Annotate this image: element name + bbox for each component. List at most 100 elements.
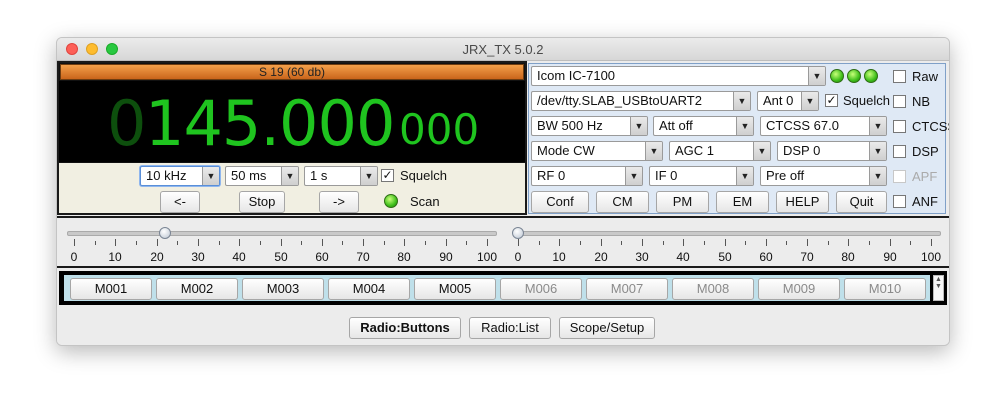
slider-tick-label: 0 [514, 250, 522, 264]
slider-tick-label: 30 [635, 250, 649, 264]
anf-label: ANF [912, 194, 938, 209]
slider-tick [807, 239, 808, 246]
delay-select[interactable]: 50 ms ▼ [225, 166, 299, 186]
antenna-select[interactable]: Ant 0 ▼ [757, 91, 819, 111]
tab-radio-list[interactable]: Radio:List [469, 317, 551, 339]
slider-tick [177, 241, 178, 245]
frequency-display[interactable]: 0 145.000 000 [59, 81, 525, 162]
memory-button[interactable]: M006 [500, 278, 582, 300]
chevron-down-icon: ▼ [645, 142, 662, 160]
slider-tick-label: 70 [356, 250, 370, 264]
em-button[interactable]: EM [716, 191, 769, 213]
attenuator-select[interactable]: Att off ▼ [653, 116, 754, 136]
help-button[interactable]: HELP [776, 191, 829, 213]
left-slider-thumb[interactable] [159, 227, 171, 239]
chevron-down-icon: ▼ [869, 142, 886, 160]
chevron-down-icon: ▼ [736, 167, 753, 185]
slider-tick-label: 20 [594, 250, 608, 264]
memory-button[interactable]: M007 [586, 278, 668, 300]
dsp-select[interactable]: DSP 0 ▼ [777, 141, 887, 161]
frequency-leading-digit[interactable]: 0 [107, 87, 146, 160]
chevron-down-icon: ▼ [736, 117, 753, 135]
slider-tick [539, 241, 540, 245]
right-slider-thumb[interactable] [512, 227, 524, 239]
conf-button[interactable]: Conf [531, 191, 589, 213]
apf-checkbox [893, 170, 906, 183]
chevron-down-icon: ▼ [360, 167, 377, 185]
ctcss-label: CTCSS [912, 119, 949, 134]
anf-checkbox[interactable] [893, 195, 906, 208]
slider-tick-label: 100 [920, 250, 942, 264]
scan-prev-button[interactable]: <- [160, 191, 200, 213]
memory-button[interactable]: M010 [844, 278, 926, 300]
bandwidth-select[interactable]: BW 500 Hz ▼ [531, 116, 648, 136]
mode-select[interactable]: Mode CW ▼ [531, 141, 663, 161]
memory-scrollbar[interactable]: ▲ ▼ [933, 275, 944, 301]
memory-button[interactable]: M004 [328, 278, 410, 300]
slider-tick [786, 241, 787, 245]
tab-radio-buttons[interactable]: Radio:Buttons [349, 317, 461, 339]
chevron-down-icon: ▼ [733, 92, 750, 110]
ctcss-tone-select[interactable]: CTCSS 67.0 ▼ [760, 116, 887, 136]
slider-tick [869, 241, 870, 245]
quit-button[interactable]: Quit [836, 191, 887, 213]
dwell-select[interactable]: 1 s ▼ [304, 166, 378, 186]
slider-tick [384, 241, 385, 245]
memory-button[interactable]: M009 [758, 278, 840, 300]
scan-label: Scan [410, 194, 440, 209]
slider-tick [601, 239, 602, 246]
scan-squelch-label: Squelch [400, 168, 447, 183]
slider-tick-label: 10 [108, 250, 122, 264]
tab-scope-setup[interactable]: Scope/Setup [559, 317, 655, 339]
scan-squelch-checkbox[interactable]: ✓ [381, 169, 394, 182]
slider-tick-label: 80 [841, 250, 855, 264]
frequency-main-digits[interactable]: 145.000 [145, 87, 395, 160]
squelch-checkbox[interactable]: ✓ [825, 94, 838, 107]
slider-tick-label: 10 [552, 250, 566, 264]
step-value: 10 kHz [146, 168, 187, 183]
frequency-fine-digits[interactable]: 000 [399, 105, 479, 154]
dsp-checkbox[interactable] [893, 145, 906, 158]
scan-led-icon [384, 194, 398, 208]
slider-tick [745, 241, 746, 245]
slider-tick [704, 241, 705, 245]
port-select[interactable]: /dev/tty.SLAB_USBtoUART2 ▼ [531, 91, 751, 111]
slider-tick [239, 239, 240, 246]
agc-select[interactable]: AGC 1 ▼ [669, 141, 771, 161]
preamp-select[interactable]: Pre off ▼ [760, 166, 887, 186]
raw-checkbox[interactable] [893, 70, 906, 83]
memory-button[interactable]: M003 [242, 278, 324, 300]
slider-tick-label: 80 [397, 250, 411, 264]
memory-button[interactable]: M005 [414, 278, 496, 300]
pm-button[interactable]: PM [656, 191, 709, 213]
if-select[interactable]: IF 0 ▼ [649, 166, 754, 186]
cm-button[interactable]: CM [596, 191, 649, 213]
rf-value: RF 0 [537, 168, 566, 183]
slider-tick-label: 20 [150, 250, 164, 264]
nb-checkbox[interactable] [893, 95, 906, 108]
slider-tick [322, 239, 323, 246]
apf-label: APF [912, 169, 938, 184]
slider-tick [95, 241, 96, 245]
rf-select[interactable]: RF 0 ▼ [531, 166, 643, 186]
ctcss-checkbox[interactable] [893, 120, 906, 133]
slider-tick [828, 241, 829, 245]
memory-button[interactable]: M008 [672, 278, 754, 300]
memory-button[interactable]: M002 [156, 278, 238, 300]
memory-button[interactable]: M001 [70, 278, 152, 300]
scan-next-button[interactable]: -> [319, 191, 359, 213]
right-slider-track[interactable] [515, 231, 941, 236]
mode-value: Mode CW [537, 143, 595, 158]
title-bar: JRX_TX 5.0.2 [57, 38, 949, 61]
step-select[interactable]: 10 kHz ▼ [140, 166, 220, 186]
chevron-down-icon: ▼ [202, 167, 219, 185]
left-slider-track[interactable] [67, 231, 497, 236]
scan-controls: 10 kHz ▼ 50 ms ▼ 1 s ▼ ✓ Squelch <- Stop ->… [59, 163, 525, 213]
slider-tick [559, 239, 560, 246]
radio-model-select[interactable]: Icom IC-7100 ▼ [531, 66, 826, 86]
dsp-label: DSP [912, 144, 939, 159]
slider-tick-label: 0 [70, 250, 78, 264]
chevron-down-icon: ▼ [753, 142, 770, 160]
scan-stop-button[interactable]: Stop [239, 191, 285, 213]
attenuator-value: Att off [659, 118, 693, 133]
